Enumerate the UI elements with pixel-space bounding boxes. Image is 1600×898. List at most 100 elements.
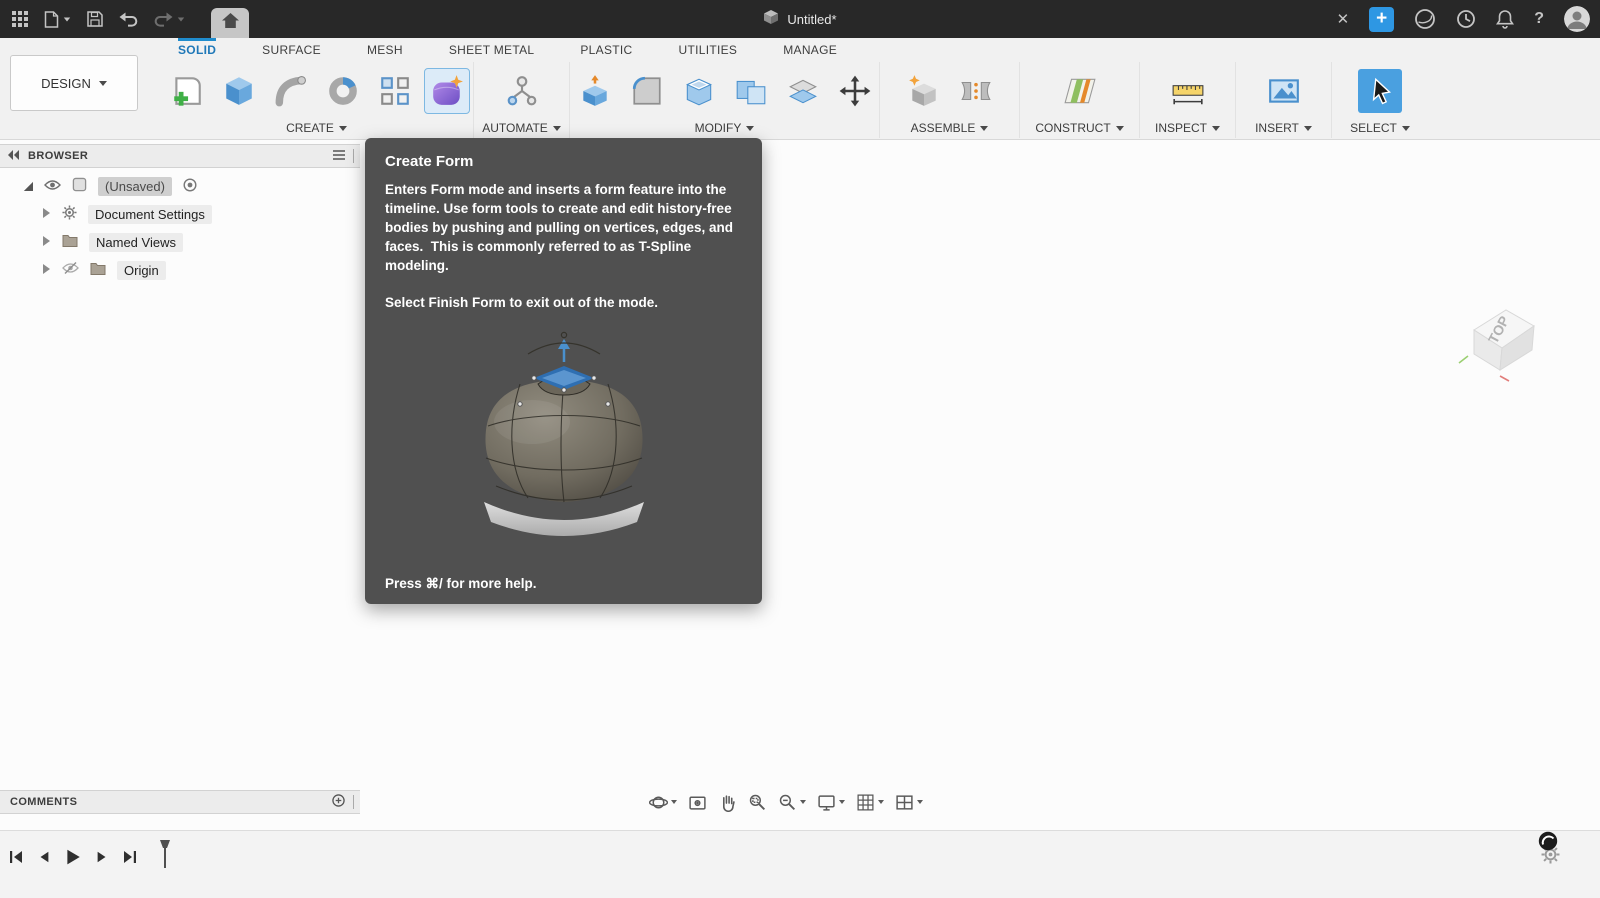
app-grid-icon[interactable] [12, 11, 28, 27]
move-button[interactable] [833, 69, 877, 113]
gear-icon [62, 205, 77, 223]
tab-mesh[interactable]: MESH [367, 38, 403, 62]
visibility-eye-icon[interactable] [44, 179, 61, 194]
tab-solid[interactable]: SOLID [178, 38, 216, 62]
tooltip-footer: Press ⌘/ for more help. [385, 576, 537, 592]
revolve-button[interactable] [321, 69, 365, 113]
modify-menu[interactable]: MODIFY [695, 118, 755, 138]
dropdown-caret-icon [800, 800, 806, 804]
tree-row-document-settings[interactable]: Document Settings [0, 200, 360, 228]
tab-utilities[interactable]: UTILITIES [679, 38, 738, 62]
create-menu-label: CREATE [286, 121, 334, 135]
add-comment-icon[interactable] [332, 794, 345, 810]
insert-menu[interactable]: INSERT [1255, 118, 1312, 138]
dropdown-caret-icon [878, 800, 884, 804]
collapse-panel-icon[interactable] [0, 150, 28, 163]
select-button[interactable] [1358, 69, 1402, 113]
browser-tree: (Unsaved) Document Settings Named Views [0, 172, 360, 284]
save-icon[interactable] [87, 11, 103, 27]
activate-radio-icon[interactable] [183, 178, 197, 195]
create-form-button[interactable] [425, 69, 469, 113]
assemble-menu[interactable]: ASSEMBLE [911, 118, 989, 138]
insert-menu-label: INSERT [1255, 121, 1299, 135]
document-cube-icon [763, 9, 779, 30]
timeline-step-back-button[interactable] [37, 850, 51, 864]
create-sketch-button[interactable] [165, 69, 209, 113]
new-component-button[interactable] [902, 69, 946, 113]
viewports-button[interactable] [891, 790, 927, 815]
tab-plastic[interactable]: PLASTIC [580, 38, 632, 62]
automate-menu-label: AUTOMATE [482, 121, 548, 135]
look-at-button[interactable] [684, 790, 711, 815]
close-tab-icon[interactable]: ✕ [1337, 10, 1350, 28]
extensions-icon[interactable] [1414, 8, 1436, 30]
panel-list-icon[interactable] [333, 150, 345, 163]
combine-button[interactable] [729, 69, 773, 113]
timeline-go-to-end-button[interactable] [122, 849, 138, 865]
avatar[interactable] [1564, 6, 1590, 32]
tree-item-label[interactable]: Named Views [89, 233, 183, 252]
dropdown-caret-icon [1304, 126, 1312, 131]
visibility-eye-off-icon[interactable] [62, 262, 79, 278]
design-menu-button[interactable]: DESIGN [10, 55, 138, 111]
timeline-step-forward-button[interactable] [95, 850, 109, 864]
expand-arrow-icon[interactable] [22, 179, 33, 194]
insert-image-button[interactable] [1262, 69, 1306, 113]
redo-icon[interactable] [154, 12, 185, 27]
shell-button[interactable] [677, 69, 721, 113]
home-icon [222, 13, 239, 33]
automate-button[interactable] [500, 69, 544, 113]
tree-row-named-views[interactable]: Named Views [0, 228, 360, 256]
orbit-button[interactable] [645, 790, 681, 815]
pan-button[interactable] [714, 790, 741, 815]
pattern-button[interactable] [373, 69, 417, 113]
grid-settings-button[interactable] [852, 790, 888, 815]
fillet-button[interactable] [625, 69, 669, 113]
expand-arrow-icon[interactable] [42, 207, 51, 222]
display-settings-button[interactable] [813, 790, 849, 815]
tree-item-label[interactable]: Document Settings [88, 205, 212, 224]
sweep-button[interactable] [269, 69, 313, 113]
toolbar-group-assemble: ASSEMBLE [880, 62, 1020, 138]
select-menu[interactable]: SELECT [1350, 118, 1410, 138]
notifications-bell-icon[interactable] [1496, 9, 1514, 29]
zoom-window-button[interactable] [744, 790, 771, 815]
construct-menu-label: CONSTRUCT [1035, 121, 1110, 135]
job-status-clock-icon[interactable] [1456, 9, 1476, 29]
inspect-menu[interactable]: INSPECT [1155, 118, 1220, 138]
timeline-play-button[interactable] [64, 848, 82, 866]
joint-button[interactable] [954, 69, 998, 113]
construct-menu[interactable]: CONSTRUCT [1035, 118, 1123, 138]
viewcube[interactable]: TOP [1450, 290, 1550, 390]
tree-item-label[interactable]: (Unsaved) [98, 177, 172, 196]
new-tab-button[interactable]: + [1369, 7, 1394, 32]
tree-item-label[interactable]: Origin [117, 261, 166, 280]
construction-plane-button[interactable] [1058, 69, 1102, 113]
extrude-button[interactable] [217, 69, 261, 113]
timeline-position-marker[interactable] [158, 839, 172, 874]
undo-icon[interactable] [119, 12, 138, 27]
panel-resize-handle[interactable] [353, 149, 354, 163]
tree-row-origin[interactable]: Origin [0, 256, 360, 284]
tab-surface[interactable]: SURFACE [262, 38, 321, 62]
tab-sheet-metal[interactable]: SHEET METAL [449, 38, 535, 62]
timeline-go-to-start-button[interactable] [8, 849, 24, 865]
zoom-button[interactable] [774, 790, 810, 815]
tree-row-root[interactable]: (Unsaved) [0, 172, 360, 200]
dropdown-caret-icon [1402, 126, 1410, 131]
panel-resize-handle[interactable] [353, 795, 354, 809]
comments-panel-header[interactable]: COMMENTS [0, 790, 360, 814]
create-menu[interactable]: CREATE [286, 118, 347, 138]
expand-arrow-icon[interactable] [42, 235, 51, 250]
expand-arrow-icon[interactable] [42, 263, 51, 278]
file-menu-icon[interactable] [44, 11, 71, 28]
automate-menu[interactable]: AUTOMATE [482, 118, 561, 138]
offset-face-button[interactable] [781, 69, 825, 113]
measure-button[interactable] [1166, 69, 1210, 113]
home-view-button[interactable] [211, 8, 249, 38]
toolbar-group-modify: MODIFY [570, 62, 880, 138]
navigation-bar [645, 788, 927, 816]
press-pull-button[interactable] [573, 69, 617, 113]
tab-manage[interactable]: MANAGE [783, 38, 837, 62]
help-icon[interactable]: ? [1534, 10, 1544, 28]
